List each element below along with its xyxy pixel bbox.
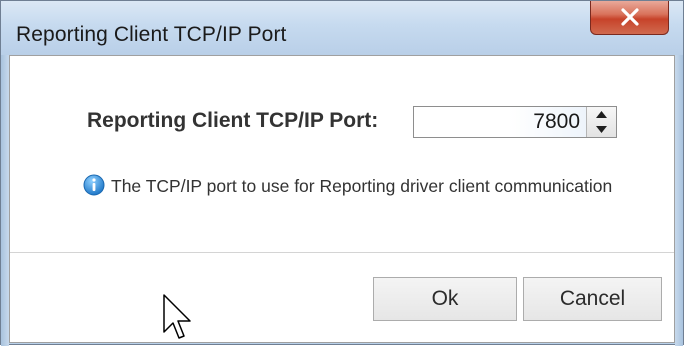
window-title: Reporting Client TCP/IP Port [16, 23, 287, 46]
arrow-down-icon [596, 126, 607, 133]
cancel-button[interactable]: Cancel [523, 277, 662, 321]
title-bar[interactable]: Reporting Client TCP/IP Port [1, 1, 683, 55]
dialog-window: Reporting Client TCP/IP Port Reporting C… [0, 0, 684, 346]
window-frame-right [675, 55, 683, 346]
port-spinner[interactable] [413, 106, 617, 138]
window-frame-left [1, 55, 9, 346]
ok-button[interactable]: Ok [373, 277, 517, 321]
info-icon [83, 174, 105, 196]
mouse-pointer-icon [163, 294, 191, 339]
port-label: Reporting Client TCP/IP Port: [87, 109, 379, 132]
port-input[interactable] [414, 107, 586, 137]
spinner-up-button[interactable] [587, 107, 616, 122]
close-button[interactable] [590, 1, 669, 35]
button-separator [10, 252, 674, 253]
help-text: The TCP/IP port to use for Reporting dri… [111, 176, 613, 196]
spinner-buttons [586, 107, 616, 137]
spinner-down-button[interactable] [587, 122, 616, 137]
arrow-up-icon [596, 111, 607, 118]
dialog-body: Reporting Client TCP/IP Port: 7800 The T… [9, 55, 675, 343]
close-x-icon [621, 8, 639, 26]
